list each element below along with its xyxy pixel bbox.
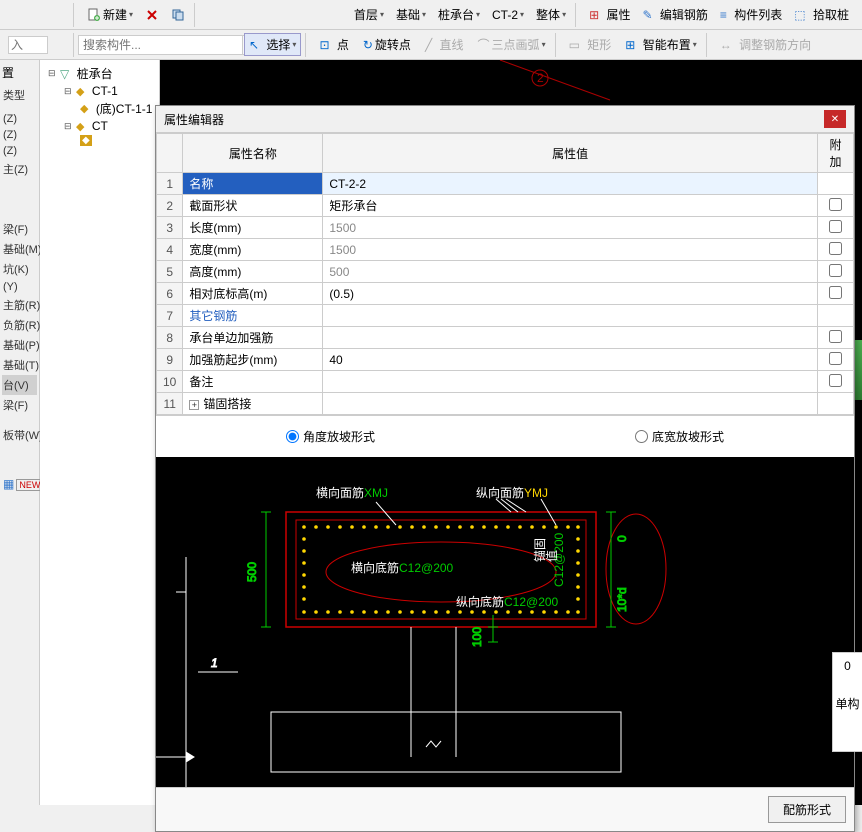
new-icon xyxy=(87,8,101,22)
tree-root[interactable]: ⊟▽ 桩承台 xyxy=(44,64,155,83)
table-row[interactable]: 11+锚固搭接 xyxy=(157,393,854,415)
select-tool[interactable]: ↖ 选择▾ xyxy=(244,33,301,56)
tree-ct2[interactable]: ⊟◆ CT xyxy=(44,118,155,134)
att-checkbox[interactable] xyxy=(829,330,842,343)
tree-ct1-child[interactable]: ◆ (底)CT-1-1 xyxy=(44,99,155,118)
table-row[interactable]: 6相对底标高(m)(0.5) xyxy=(157,283,854,305)
dialog-close-button[interactable]: ✕ xyxy=(824,110,846,128)
adjust-tool[interactable]: ↔ 调整钢筋方向 xyxy=(715,33,816,56)
table-row[interactable]: 7其它钢筋 xyxy=(157,305,854,327)
svg-text:横向面筋XMJ: 横向面筋XMJ xyxy=(316,485,388,500)
close-icon xyxy=(145,8,159,22)
svg-text:2: 2 xyxy=(537,71,544,85)
table-row[interactable]: 1名称CT-2-2 xyxy=(157,173,854,195)
rotatepoint-tool[interactable]: ↻旋转点 xyxy=(358,33,416,56)
radio-width[interactable]: 底宽放坡形式 xyxy=(635,428,724,445)
left-item-new[interactable]: ▦NEW xyxy=(2,475,37,493)
new-label: 新建 xyxy=(103,6,127,23)
svg-text:纵向底筋C12@200: 纵向底筋C12@200 xyxy=(456,594,559,609)
copy-icon xyxy=(171,8,185,22)
left-item[interactable]: 负筋(R) xyxy=(2,315,37,335)
nav-whole[interactable]: 整体▾ xyxy=(531,3,571,26)
att-checkbox[interactable] xyxy=(829,374,842,387)
tree-ct2-child[interactable]: ◆ xyxy=(44,134,155,147)
arc-tool[interactable]: ⌒三点画弧▾ xyxy=(473,33,551,56)
property-table: 属性名称 属性值 附加 1名称CT-2-22截面形状矩形承台3长度(mm)150… xyxy=(156,133,854,415)
svg-text:纵向面筋YMJ: 纵向面筋YMJ xyxy=(476,485,548,500)
left-item[interactable]: 基础(T) xyxy=(2,355,37,375)
tree-ct1[interactable]: ⊟◆ CT-1 xyxy=(44,83,155,99)
left-item[interactable]: (Z) xyxy=(2,143,37,159)
rect-tool[interactable]: ▭ 矩形 xyxy=(564,33,617,56)
left-item[interactable]: 板带(W) xyxy=(2,425,37,445)
left-item[interactable]: 主(Z) xyxy=(2,159,37,179)
section-preview: 500 100 0 10*d 横向面筋XMJ 纵向面筋YMJ 横向底筋C12@2… xyxy=(156,457,854,787)
left-item-selected[interactable]: 台(V) xyxy=(2,375,37,395)
svg-text:500: 500 xyxy=(245,562,259,582)
copy-button[interactable] xyxy=(166,5,190,25)
point-tool[interactable]: ⊡ 点 xyxy=(314,33,353,56)
side-hint-panel: 0 单构 xyxy=(832,652,862,752)
component-tree-panel: ⊟▽ 桩承台 ⊟◆ CT-1 ◆ (底)CT-1-1 ⊟◆ CT ◆ xyxy=(40,60,160,805)
att-checkbox[interactable] xyxy=(829,352,842,365)
table-row[interactable]: 3长度(mm)1500 xyxy=(157,217,854,239)
left-item[interactable]: 主筋(R) xyxy=(2,295,37,315)
left-item[interactable]: 梁(F) xyxy=(2,219,37,239)
table-row[interactable]: 9加强筋起步(mm)40 xyxy=(157,349,854,371)
table-row[interactable]: 2截面形状矩形承台 xyxy=(157,195,854,217)
property-editor-dialog: 属性编辑器 ✕ 属性名称 属性值 附加 1名称CT-2-22截面形状矩形承台3长… xyxy=(155,105,855,832)
left-item[interactable]: 坑(K) xyxy=(2,259,37,279)
small-input[interactable] xyxy=(8,36,48,54)
dropdown-icon: ▾ xyxy=(129,10,133,19)
search-input[interactable] xyxy=(78,35,243,55)
nav-pile[interactable]: 桩承台▾ xyxy=(433,3,485,26)
nav-ct[interactable]: CT-2▾ xyxy=(487,5,529,25)
left-category-panel: 置 类型 (Z) (Z) (Z) 主(Z) 梁(F) 基础(M) 坑(K) (Y… xyxy=(0,60,40,805)
left-type: 类型 xyxy=(2,85,37,105)
att-checkbox[interactable] xyxy=(829,286,842,299)
svg-text:1: 1 xyxy=(211,656,218,670)
elemlist-button[interactable]: ≡ 构件列表 xyxy=(715,3,787,26)
smart-tool[interactable]: ⊞ 智能布置▾ xyxy=(620,33,701,56)
line-tool[interactable]: ╱ 直线 xyxy=(420,33,469,56)
pickpile-button[interactable]: ⬚ 拾取桩 xyxy=(789,3,854,26)
att-checkbox[interactable] xyxy=(829,198,842,211)
editrebar-button[interactable]: ✎ 编辑钢筋 xyxy=(638,3,713,26)
col-name: 属性名称 xyxy=(183,134,323,173)
svg-text:0: 0 xyxy=(615,535,629,542)
radio-angle[interactable]: 角度放坡形式 xyxy=(286,428,375,445)
left-item[interactable]: (Z) xyxy=(2,111,37,127)
svg-text:10*d: 10*d xyxy=(615,587,629,612)
att-checkbox[interactable] xyxy=(829,242,842,255)
table-row[interactable]: 4宽度(mm)1500 xyxy=(157,239,854,261)
new-button[interactable]: 新建 ▾ xyxy=(82,3,138,26)
left-item[interactable]: 基础(P) xyxy=(2,335,37,355)
table-row[interactable]: 10备注 xyxy=(157,371,854,393)
svg-text:横向底筋C12@200: 横向底筋C12@200 xyxy=(351,560,454,575)
left-heading: 置 xyxy=(2,64,37,81)
left-item[interactable]: 基础(M) xyxy=(2,239,37,259)
left-item[interactable]: 梁(F) xyxy=(2,395,37,415)
att-checkbox[interactable] xyxy=(829,220,842,233)
svg-text:值: 值 xyxy=(544,550,559,562)
table-row[interactable]: 8承台单边加强筋 xyxy=(157,327,854,349)
delete-button[interactable] xyxy=(140,5,164,25)
table-row[interactable]: 5高度(mm)500 xyxy=(157,261,854,283)
dialog-title: 属性编辑器 xyxy=(164,111,224,128)
left-item[interactable]: (Z) xyxy=(2,127,37,143)
props-button[interactable]: ⊞ 属性 xyxy=(584,3,635,26)
col-value: 属性值 xyxy=(323,134,818,173)
att-checkbox[interactable] xyxy=(829,264,842,277)
left-item[interactable]: (Y) xyxy=(2,279,37,295)
rebar-form-button[interactable]: 配筋形式 xyxy=(768,796,846,823)
nav-floor[interactable]: 首层▾ xyxy=(349,3,389,26)
nav-basic[interactable]: 基础▾ xyxy=(391,3,431,26)
svg-text:100: 100 xyxy=(470,627,484,647)
col-att: 附加 xyxy=(818,134,854,173)
